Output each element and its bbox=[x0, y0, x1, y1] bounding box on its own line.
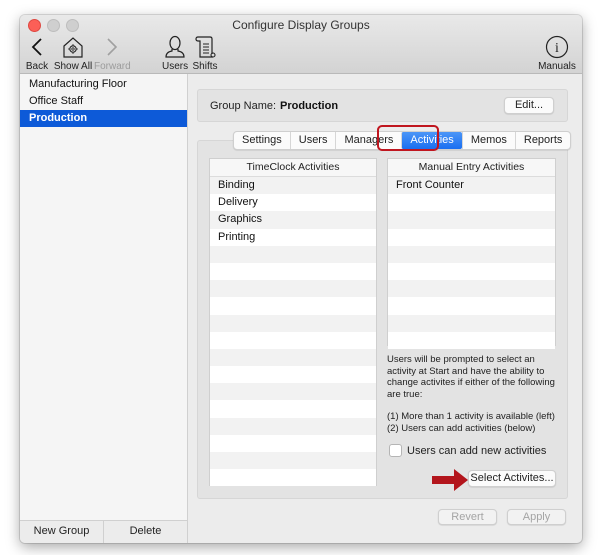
users-can-add-checkbox[interactable] bbox=[389, 444, 402, 457]
toolbar-forward-label: Forward bbox=[94, 61, 131, 72]
edit-group-name-button[interactable]: Edit... bbox=[504, 97, 554, 114]
toolbar-shifts-button[interactable]: Shifts bbox=[192, 35, 218, 72]
timeclock-activities-rows: Binding Delivery Graphics Printing bbox=[210, 177, 376, 487]
info-line-2: (2) Users can add activities (below) bbox=[387, 422, 536, 434]
group-name-label: Group Name: bbox=[210, 100, 277, 112]
manual-entry-activities-rows: Front Counter bbox=[388, 177, 555, 349]
tab-reports[interactable]: Reports bbox=[514, 132, 571, 149]
toolbar-back-label: Back bbox=[25, 61, 49, 72]
timeclock-activity-row[interactable] bbox=[210, 469, 376, 487]
delete-group-button[interactable]: Delete bbox=[103, 521, 187, 543]
timeclock-activity-row[interactable]: Delivery bbox=[210, 194, 376, 212]
new-group-button[interactable]: New Group bbox=[20, 521, 103, 543]
manual-entry-activity-row[interactable] bbox=[388, 228, 555, 246]
group-item-office-staff[interactable]: Office Staff bbox=[20, 93, 187, 110]
manual-entry-activity-row[interactable] bbox=[388, 211, 555, 229]
timeclock-activity-row[interactable] bbox=[210, 297, 376, 315]
timeclock-activity-row[interactable]: Printing bbox=[210, 228, 376, 246]
timeclock-activity-row[interactable] bbox=[210, 452, 376, 470]
group-list: Manufacturing Floor Office Staff Product… bbox=[20, 74, 188, 520]
info-circle-icon: i bbox=[545, 35, 569, 59]
timeclock-activity-row[interactable] bbox=[210, 245, 376, 263]
manual-entry-activity-row[interactable] bbox=[388, 245, 555, 263]
group-name-box: Group Name: Production Edit... bbox=[197, 89, 568, 122]
timeclock-activity-row[interactable] bbox=[210, 417, 376, 435]
chevron-left-icon bbox=[31, 38, 42, 56]
tab-memos[interactable]: Memos bbox=[461, 132, 515, 149]
manual-entry-activity-row[interactable] bbox=[388, 297, 555, 315]
house-gear-icon bbox=[63, 37, 83, 58]
apply-button[interactable]: Apply bbox=[507, 509, 566, 525]
toolbar-show-all-button[interactable]: Show All bbox=[53, 35, 93, 72]
scroll-icon bbox=[195, 36, 216, 58]
timeclock-activity-row[interactable]: Graphics bbox=[210, 211, 376, 229]
timeclock-activity-row[interactable] bbox=[210, 434, 376, 452]
timeclock-activity-row[interactable] bbox=[210, 366, 376, 384]
revert-button[interactable]: Revert bbox=[438, 509, 497, 525]
manual-entry-activity-row[interactable] bbox=[388, 314, 555, 332]
tab-users[interactable]: Users bbox=[289, 132, 336, 149]
info-paragraph: Users will be prompted to select an acti… bbox=[387, 354, 555, 400]
toolbar-show-all-label: Show All bbox=[53, 61, 93, 72]
svg-text:i: i bbox=[555, 41, 559, 56]
toolbar-users-label: Users bbox=[162, 61, 189, 72]
user-icon bbox=[165, 35, 185, 58]
manual-entry-activities-table: Manual Entry Activities Front Counter bbox=[387, 158, 556, 349]
timeclock-activities-header: TimeClock Activities bbox=[210, 159, 376, 177]
users-can-add-option[interactable]: Users can add new activities bbox=[389, 444, 546, 457]
manual-entry-activity-row[interactable] bbox=[388, 280, 555, 298]
timeclock-activity-row[interactable] bbox=[210, 280, 376, 298]
arrow-right-icon bbox=[432, 469, 468, 491]
timeclock-activities-table: TimeClock Activities Binding Delivery Grap… bbox=[209, 158, 377, 487]
toolbar-shifts-label: Shifts bbox=[192, 61, 218, 72]
activities-tab-highlight bbox=[377, 125, 439, 151]
activity-prompt-info: Users will be prompted to select an acti… bbox=[387, 354, 565, 434]
manual-entry-activity-row[interactable] bbox=[388, 262, 555, 281]
timeclock-activity-row[interactable]: Binding bbox=[210, 177, 376, 195]
group-list-actions: New Group Delete bbox=[20, 520, 188, 543]
group-item-manufacturing-floor[interactable]: Manufacturing Floor bbox=[20, 76, 187, 93]
toolbar-back-button[interactable]: Back bbox=[24, 35, 50, 72]
manual-entry-activities-header: Manual Entry Activities bbox=[388, 159, 555, 177]
configure-display-groups-window: Configure Display Groups Back Show All F… bbox=[20, 15, 582, 543]
toolbar-manuals-button[interactable]: i Manuals bbox=[538, 35, 576, 72]
group-name-value: Production bbox=[280, 100, 339, 112]
timeclock-activity-row[interactable] bbox=[210, 314, 376, 332]
select-activities-button[interactable]: Select Activites... bbox=[468, 470, 556, 487]
toolbar-users-button[interactable]: Users bbox=[162, 35, 188, 72]
timeclock-activity-row[interactable] bbox=[210, 331, 376, 349]
manual-entry-activity-row[interactable] bbox=[388, 331, 555, 349]
timeclock-activity-row[interactable] bbox=[210, 400, 376, 418]
manual-entry-activity-row[interactable]: Front Counter bbox=[388, 177, 555, 195]
toolbar-manuals-label: Manuals bbox=[538, 61, 576, 72]
timeclock-activity-row[interactable] bbox=[210, 262, 376, 281]
window-title: Configure Display Groups bbox=[232, 18, 370, 32]
group-item-production[interactable]: Production bbox=[20, 110, 187, 127]
info-line-1: (1) More than 1 activity is available (l… bbox=[387, 411, 555, 422]
users-can-add-label: Users can add new activities bbox=[407, 444, 547, 457]
tab-settings[interactable]: Settings bbox=[234, 132, 290, 149]
chevron-right-icon bbox=[107, 38, 118, 56]
toolbar-forward-button[interactable]: Forward bbox=[94, 35, 131, 72]
title-bar: Configure Display Groups Back Show All F… bbox=[20, 15, 582, 74]
manual-entry-activity-row[interactable] bbox=[388, 194, 555, 212]
timeclock-activity-row[interactable] bbox=[210, 348, 376, 367]
timeclock-activity-row[interactable] bbox=[210, 383, 376, 401]
